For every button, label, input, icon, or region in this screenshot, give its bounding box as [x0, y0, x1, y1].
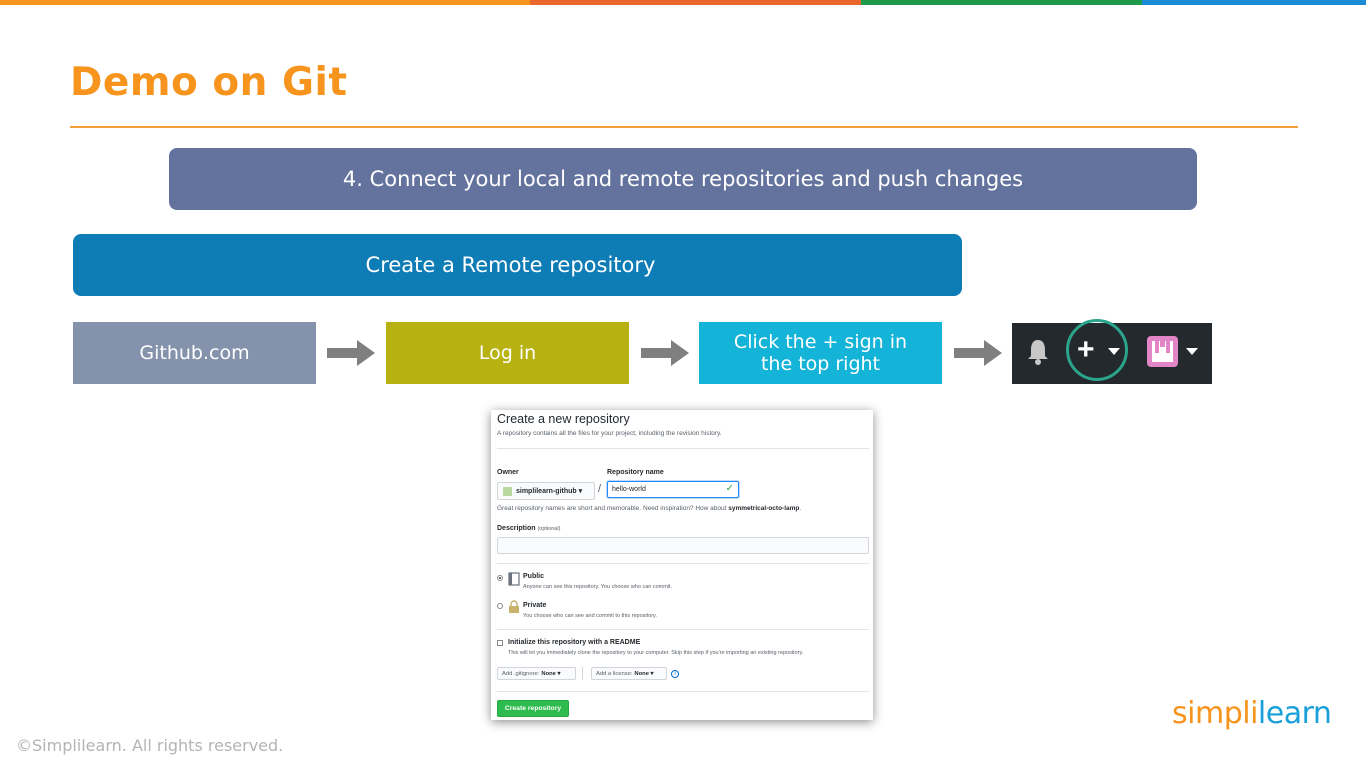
description-optional: (optional): [537, 526, 561, 532]
gitignore-value: None ▾: [541, 670, 561, 677]
hint-suggestion[interactable]: symmetrical-octo-lamp: [728, 505, 799, 512]
form-divider: [497, 448, 869, 449]
owner-label: Owner: [497, 469, 519, 476]
right-arrow-icon: [641, 340, 689, 366]
form-divider: [497, 691, 869, 692]
top-bar-segment-orange: [0, 0, 530, 5]
step-banner-text: 4. Connect your local and remote reposit…: [342, 167, 1024, 191]
form-title: Create a new repository: [497, 412, 630, 426]
readme-subtitle: This will let you immediately clone the …: [508, 650, 804, 656]
step-banner: 4. Connect your local and remote reposit…: [169, 148, 1197, 210]
logo-part-1: simpl: [1172, 696, 1251, 731]
hint-text: Great repository names are short and mem…: [497, 505, 729, 512]
private-title: Private: [523, 602, 547, 609]
right-arrow-icon: [327, 340, 375, 366]
top-bar-segment-blue: [1142, 0, 1366, 5]
logo-part-2: i: [1250, 696, 1258, 731]
owner-value: simplilearn-github: [516, 487, 577, 495]
right-arrow-icon: [954, 340, 1002, 366]
caret-down-icon: ▾: [578, 488, 583, 495]
new-repository-form: Create a new repository A repository con…: [491, 410, 873, 720]
readme-checkbox[interactable]: [497, 640, 503, 646]
simplilearn-logo: simplilearn: [1172, 696, 1332, 731]
info-icon[interactable]: i: [671, 670, 679, 678]
flow-step-login: Log in: [386, 322, 629, 384]
public-title: Public: [523, 573, 545, 580]
license-value: None ▾: [634, 670, 654, 677]
license-select[interactable]: Add a license: None ▾: [591, 667, 667, 680]
form-divider: [497, 629, 869, 630]
repo-name-input[interactable]: hello-world ✓: [607, 481, 739, 498]
repo-name-value: hello-world: [612, 486, 646, 493]
title-divider: [70, 126, 1298, 128]
description-label: Description (optional): [497, 525, 560, 532]
top-bar-segment-red: [530, 0, 861, 5]
form-divider: [497, 563, 869, 564]
select-separator: [582, 667, 583, 680]
avatar-icon[interactable]: [1147, 336, 1178, 367]
form-subtitle: A repository contains all the files for …: [497, 430, 722, 437]
sub-banner-text: Create a Remote repository: [365, 253, 656, 277]
lock-icon: [509, 600, 519, 613]
repo-icon: [508, 572, 520, 586]
readme-title: Initialize this repository with a README: [508, 639, 641, 646]
avatar-pattern: [1152, 341, 1173, 362]
public-subtitle: Anyone can see this repository. You choo…: [523, 584, 673, 590]
plus-icon[interactable]: +: [1077, 333, 1095, 367]
owner-select[interactable]: simplilearn-github ▾: [497, 482, 595, 500]
caret-down-icon[interactable]: [1108, 348, 1120, 355]
license-label: Add a license:: [596, 670, 633, 677]
private-subtitle: You choose who can see and commit to thi…: [523, 613, 657, 619]
top-bar-segment-green: [861, 0, 1142, 5]
private-radio[interactable]: [497, 603, 503, 609]
flow-step-click-plus-label: Click the + sign in the top right: [733, 331, 908, 375]
repo-name-label: Repository name: [607, 469, 664, 476]
logo-part-3: learn: [1257, 696, 1332, 731]
description-label-text: Description: [497, 525, 536, 532]
bell-icon[interactable]: [1026, 338, 1050, 366]
flow-step-github-label: Github.com: [139, 342, 250, 364]
top-color-bar: [0, 0, 1366, 5]
gitignore-label: Add .gitignore:: [502, 670, 540, 677]
owner-avatar-icon: [503, 486, 512, 496]
caret-down-icon[interactable]: [1186, 348, 1198, 355]
flow-step-github: Github.com: [73, 322, 316, 384]
hint-period: .: [799, 505, 802, 512]
flow-step-click-plus: Click the + sign in the top right: [699, 322, 942, 384]
gitignore-select[interactable]: Add .gitignore: None ▾: [497, 667, 576, 680]
check-icon: ✓: [725, 483, 734, 494]
sub-banner: Create a Remote repository: [73, 234, 962, 296]
description-input[interactable]: [497, 537, 869, 554]
repo-name-hint: Great repository names are short and mem…: [497, 505, 801, 512]
create-repository-button[interactable]: Create repository: [497, 700, 569, 717]
slide-title: Demo on Git: [70, 60, 348, 105]
public-radio[interactable]: [497, 575, 503, 581]
owner-slash: /: [598, 483, 602, 495]
flow-step-login-label: Log in: [478, 342, 537, 364]
copyright-text: ©Simplilearn. All rights reserved.: [16, 736, 284, 755]
